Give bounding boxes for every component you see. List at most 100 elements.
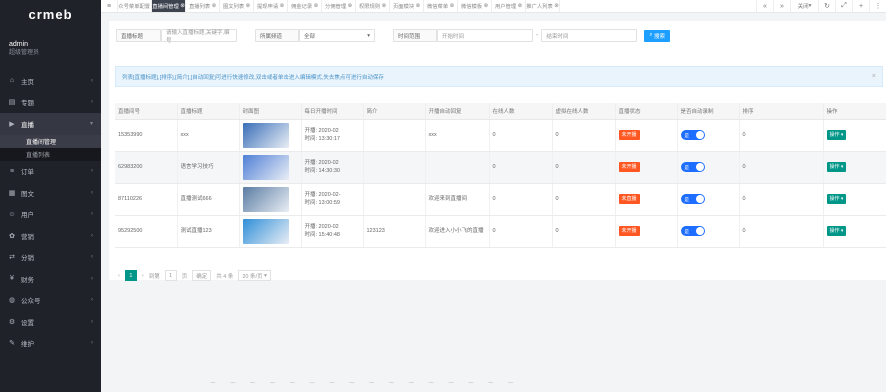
tabs-left-icon[interactable]: « — [756, 0, 773, 12]
live-title[interactable]: 直播测试666 — [177, 183, 240, 216]
room-id: 87110226 — [115, 183, 178, 216]
goto-confirm-button[interactable]: 确定 — [192, 270, 212, 281]
brand-logo[interactable]: crmeb — [0, 0, 101, 28]
table-row[interactable]: 87110226 直播测试666 开播: 2020-02- 时间: 13:00:59 欢… — [115, 183, 886, 216]
auto-record-toggle[interactable]: 是 — [680, 162, 705, 172]
tab-7[interactable]: 权限规则 ⊗ — [356, 0, 390, 12]
add-icon[interactable]: + — [852, 0, 869, 12]
close-icon[interactable]: ⊗ — [516, 3, 522, 9]
table-row[interactable]: 15353990 xxx 开播: 2020-02 时间: 13:30:17 xxx 0 0 未… — [115, 119, 886, 152]
status-select[interactable]: 全部 ▾ — [299, 29, 375, 42]
auto-record-toggle[interactable]: 是 — [680, 194, 705, 204]
user-name[interactable]: admin — [9, 40, 92, 49]
close-icon[interactable]: ⊗ — [414, 3, 420, 9]
live-title[interactable]: xxx — [177, 119, 240, 152]
auto-record-toggle[interactable]: 是 — [680, 130, 705, 140]
live-title[interactable]: 语言学习技巧 — [177, 151, 240, 184]
tab-6[interactable]: 分佣管理 ⊗ — [322, 0, 356, 12]
sidebar-item-8[interactable]: ¥ 财务 ‹ — [0, 268, 101, 290]
cover-image[interactable] — [242, 186, 289, 212]
sidebar-item-5[interactable]: ☺ 用户 ‹ — [0, 204, 101, 226]
tab-5[interactable]: 佣金记录 ⊗ — [288, 0, 322, 12]
intro[interactable] — [363, 151, 426, 184]
page-size-select[interactable]: 20 条/页 ▾ — [238, 270, 271, 281]
cover-image[interactable] — [242, 122, 289, 148]
sidebar-item-7[interactable]: ⇄ 分销 ‹ — [0, 247, 101, 269]
page-number-input[interactable]: 1 — [164, 270, 177, 281]
sidebar-item-2[interactable]: ▶ 直播 ▾ — [0, 113, 101, 135]
auto-reply[interactable]: 欢迎来到直播间 — [425, 183, 490, 216]
close-tabs-button[interactable]: 关闭 ▾ — [790, 0, 818, 12]
close-icon[interactable]: ⊗ — [553, 3, 558, 9]
menu-toggle-icon[interactable]: ≡ — [101, 0, 118, 12]
sidebar-item-label: 设置 — [21, 319, 34, 327]
tab-8[interactable]: 页面模块 ⊗ — [390, 0, 424, 12]
auto-record-toggle[interactable]: 是 — [680, 226, 705, 236]
cover-image[interactable] — [242, 154, 289, 180]
tab-3[interactable]: 图文列表 ⊗ — [220, 0, 254, 12]
end-time-input[interactable]: 结束时间 — [541, 29, 638, 42]
sidebar-item-9[interactable]: ◍ 公众号 ‹ — [0, 290, 101, 312]
auto-reply[interactable] — [425, 151, 490, 184]
more-icon[interactable]: ⋮ — [869, 0, 886, 12]
auto-reply[interactable]: 欢迎进入小小飞的直播 — [425, 215, 490, 248]
prev-page-icon[interactable]: ‹ — [118, 273, 120, 279]
sort-value[interactable]: 0 — [739, 215, 824, 248]
table-row[interactable]: 62983200 语言学习技巧 开播: 2020-02 时间: 14:30:30 0 0 未… — [115, 151, 886, 184]
sidebar-item-11[interactable]: ✎ 维护 ‹ — [0, 333, 101, 355]
sidebar-item-3[interactable]: ≡ 订单 ‹ — [0, 161, 101, 183]
next-page-icon[interactable]: › — [142, 273, 144, 279]
sidebar-submenu: 直播间管理 直播列表 — [0, 134, 101, 161]
tab-12[interactable]: 推广人列表 ⊗ — [526, 0, 560, 12]
tabs-right-icon[interactable]: » — [773, 0, 790, 12]
live-title[interactable]: 测试直播123 — [177, 215, 240, 248]
tab-0[interactable]: 公众号菜单配置 ⊗ — [118, 0, 152, 12]
sidebar-item-6[interactable]: ✿ 营销 ‹ — [0, 225, 101, 247]
table-row[interactable]: 95292500 测试直播123 开播: 2020-02 时间: 15:40:48 12… — [115, 215, 886, 248]
intro[interactable] — [363, 119, 426, 152]
tab-1[interactable]: 直播间管理 ⊗ — [152, 0, 186, 12]
start-time-input[interactable]: 开始时间 — [437, 29, 533, 42]
close-icon[interactable]: ⊗ — [179, 3, 184, 9]
record-cell: 是 — [677, 119, 740, 152]
submenu-item-0[interactable]: 直播间管理 — [0, 134, 101, 148]
close-icon[interactable]: ⊗ — [210, 3, 216, 9]
start-time: 开播: 2020-02 时间: 14:30:30 — [301, 151, 364, 184]
fullscreen-icon[interactable]: ⤢ — [835, 0, 852, 12]
page-current[interactable]: 1 — [124, 270, 137, 281]
action-dropdown-button[interactable]: 操作 ▾ — [826, 130, 847, 140]
close-icon[interactable]: ⊗ — [312, 3, 318, 9]
intro[interactable] — [363, 183, 426, 216]
submenu-item-1[interactable]: 直播列表 — [0, 148, 101, 161]
close-icon[interactable]: ⊗ — [380, 3, 386, 9]
close-icon[interactable]: × — [872, 73, 876, 80]
auto-reply[interactable]: xxx — [425, 119, 490, 152]
cover-image[interactable] — [242, 218, 289, 244]
tab-9[interactable]: 微信菜单 ⊗ — [424, 0, 458, 12]
tab-10[interactable]: 微信模板 ⊗ — [458, 0, 492, 12]
close-icon[interactable]: ⊗ — [278, 3, 284, 9]
close-icon[interactable]: ⊗ — [448, 3, 454, 9]
search-button[interactable]: ⌕ 搜索 — [644, 29, 670, 42]
action-dropdown-button[interactable]: 操作 ▾ — [826, 194, 847, 204]
close-icon[interactable]: ⊗ — [244, 3, 250, 9]
page-unit-label: 页 — [181, 273, 188, 280]
refresh-icon[interactable]: ↻ — [818, 0, 835, 12]
tab-11[interactable]: 用户管理 ⊗ — [492, 0, 526, 12]
sidebar-item-4[interactable]: ▦ 图文 ‹ — [0, 182, 101, 204]
sidebar-item-1[interactable]: ▤ 专题 ‹ — [0, 92, 101, 114]
action-dropdown-button[interactable]: 操作 ▾ — [826, 226, 847, 236]
sidebar-item-10[interactable]: ⚙ 设置 ‹ — [0, 311, 101, 333]
sidebar-item-label: 主页 — [21, 78, 34, 86]
sidebar-item-0[interactable]: ⌂ 主页 ‹ — [0, 70, 101, 92]
sort-value[interactable]: 0 — [739, 151, 824, 184]
sort-value[interactable]: 0 — [739, 183, 824, 216]
close-icon[interactable]: ⊗ — [346, 3, 352, 9]
intro[interactable]: 123123 — [363, 215, 426, 248]
tab-4[interactable]: 提现申请 ⊗ — [254, 0, 288, 12]
tab-2[interactable]: 直播列表 ⊗ — [186, 0, 220, 12]
close-icon[interactable]: ⊗ — [482, 3, 488, 9]
title-search-input[interactable]: 请输入直播标题,关键字,编号 — [161, 29, 237, 44]
action-dropdown-button[interactable]: 操作 ▾ — [826, 162, 847, 172]
sort-value[interactable]: 0 — [739, 119, 824, 152]
